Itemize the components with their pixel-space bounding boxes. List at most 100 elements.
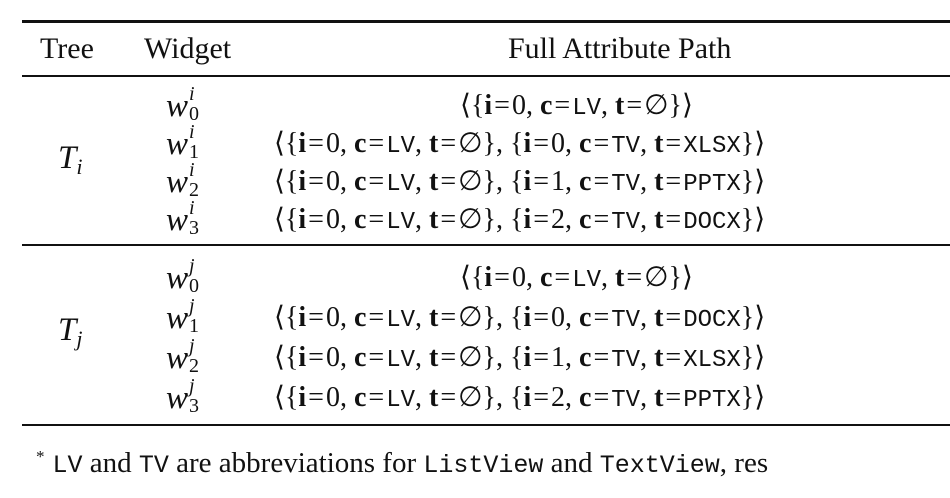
attr-key-index: i [523,204,532,235]
equals-sign: = [533,204,550,235]
attr-key-index: i [298,166,307,197]
attr-key-text: t [654,128,664,159]
equals-sign: = [533,302,550,333]
equals-sign: = [308,128,324,159]
attr-value-text: ∅ [458,166,483,197]
widget-w3-j: wj3 [166,375,200,417]
attr-value-index: 0 [325,166,340,197]
attr-key-class: c [579,166,592,197]
attr-key-class: c [353,128,367,159]
attr-value-class: TV [611,133,641,160]
equals-sign: = [665,342,682,373]
attr-key-text: t [615,262,625,293]
widget-w3-i: wi3 [166,197,200,239]
equals-sign: = [440,204,457,235]
attr-value-index: 1 [551,342,566,373]
header-tree: Tree [40,32,94,65]
attribute-path: ⟨{i=0, c=LV, t=∅}⟩ [460,262,693,294]
attr-key-text: t [654,382,664,413]
attr-value-text: XLSX [683,133,741,160]
equals-sign: = [665,204,682,235]
equals-sign: = [665,128,682,159]
equals-sign: = [626,90,643,121]
equals-sign: = [368,302,385,333]
attr-value-index: 0 [325,128,340,159]
attr-key-index: i [523,382,532,413]
equals-sign: = [308,166,324,197]
equals-sign: = [593,382,610,413]
attr-value-index: 0 [511,262,526,293]
equals-sign: = [440,382,457,413]
attr-value-class: LV [572,95,602,122]
attr-key-class: c [353,342,367,373]
attr-value-class: LV [386,307,416,334]
attr-key-class: c [579,302,592,333]
equals-sign: = [593,128,610,159]
equals-sign: = [533,166,550,197]
header-full-attribute-path: Full Attribute Path [508,32,732,65]
equals-sign: = [533,128,550,159]
attr-value-index: 0 [511,90,526,121]
attribute-path: ⟨{i=0, c=LV, t=∅}⟩ [460,90,693,122]
attr-key-index: i [298,382,307,413]
attr-key-class: c [579,128,592,159]
attr-key-class: c [579,342,592,373]
attribute-path: ⟨{i=0, c=LV, t=∅}, {i=0, c=TV, t=DOCX}⟩ [274,302,766,334]
widget-w2-j: wj2 [166,335,200,377]
footnote: * LV and TV are abbreviations for ListVie… [36,447,769,480]
attr-value-text: PPTX [683,171,741,198]
attr-value-text: XLSX [683,347,741,374]
attr-value-class: LV [386,347,416,374]
equals-sign: = [665,302,682,333]
equals-sign: = [440,302,457,333]
attr-value-index: 0 [325,342,340,373]
top-rule [22,20,950,23]
attr-value-text: ∅ [644,90,669,121]
group-rule [22,244,950,246]
attr-value-class: TV [611,209,641,236]
attr-key-class: c [353,382,367,413]
attr-key-class: c [353,166,367,197]
attr-value-index: 2 [551,382,566,413]
attr-value-index: 1 [551,166,566,197]
widget-w1-j: wj1 [166,295,200,337]
attr-key-class: c [353,302,367,333]
equals-sign: = [368,382,385,413]
equals-sign: = [308,382,324,413]
equals-sign: = [593,342,610,373]
attr-key-text: t [654,204,664,235]
widget-w0-j: wj0 [166,255,200,297]
equals-sign: = [308,204,324,235]
attr-key-index: i [298,204,307,235]
attr-value-text: ∅ [458,204,483,235]
equals-sign: = [665,382,682,413]
attribute-path: ⟨{i=0, c=LV, t=∅}, {i=2, c=TV, t=PPTX}⟩ [274,382,766,414]
attr-value-text: ∅ [458,128,483,159]
attr-value-text: DOCX [683,307,741,334]
attr-key-text: t [615,90,625,121]
attr-key-index: i [523,342,532,373]
equals-sign: = [593,204,610,235]
attr-value-class: LV [386,171,416,198]
attr-key-class: c [353,204,367,235]
attr-value-index: 0 [551,128,566,159]
equals-sign: = [533,382,550,413]
attr-value-index: 0 [325,382,340,413]
tree-label-ti: Ti [58,140,83,179]
attr-value-text: PPTX [683,387,741,414]
attr-key-index: i [484,90,493,121]
header-widget: Widget [144,32,232,65]
tree-label-tj: Tj [58,312,83,351]
attribute-path: ⟨{i=0, c=LV, t=∅}, {i=1, c=TV, t=PPTX}⟩ [274,166,766,198]
attr-value-class: TV [611,347,641,374]
attr-value-text: ∅ [458,342,483,373]
attr-key-text: t [429,166,439,197]
attr-key-text: t [429,302,439,333]
equals-sign: = [368,128,385,159]
attr-value-class: LV [386,209,416,236]
attr-value-index: 0 [551,302,566,333]
attr-key-text: t [654,166,664,197]
equals-sign: = [593,302,610,333]
attr-value-index: 0 [325,302,340,333]
equals-sign: = [494,90,510,121]
